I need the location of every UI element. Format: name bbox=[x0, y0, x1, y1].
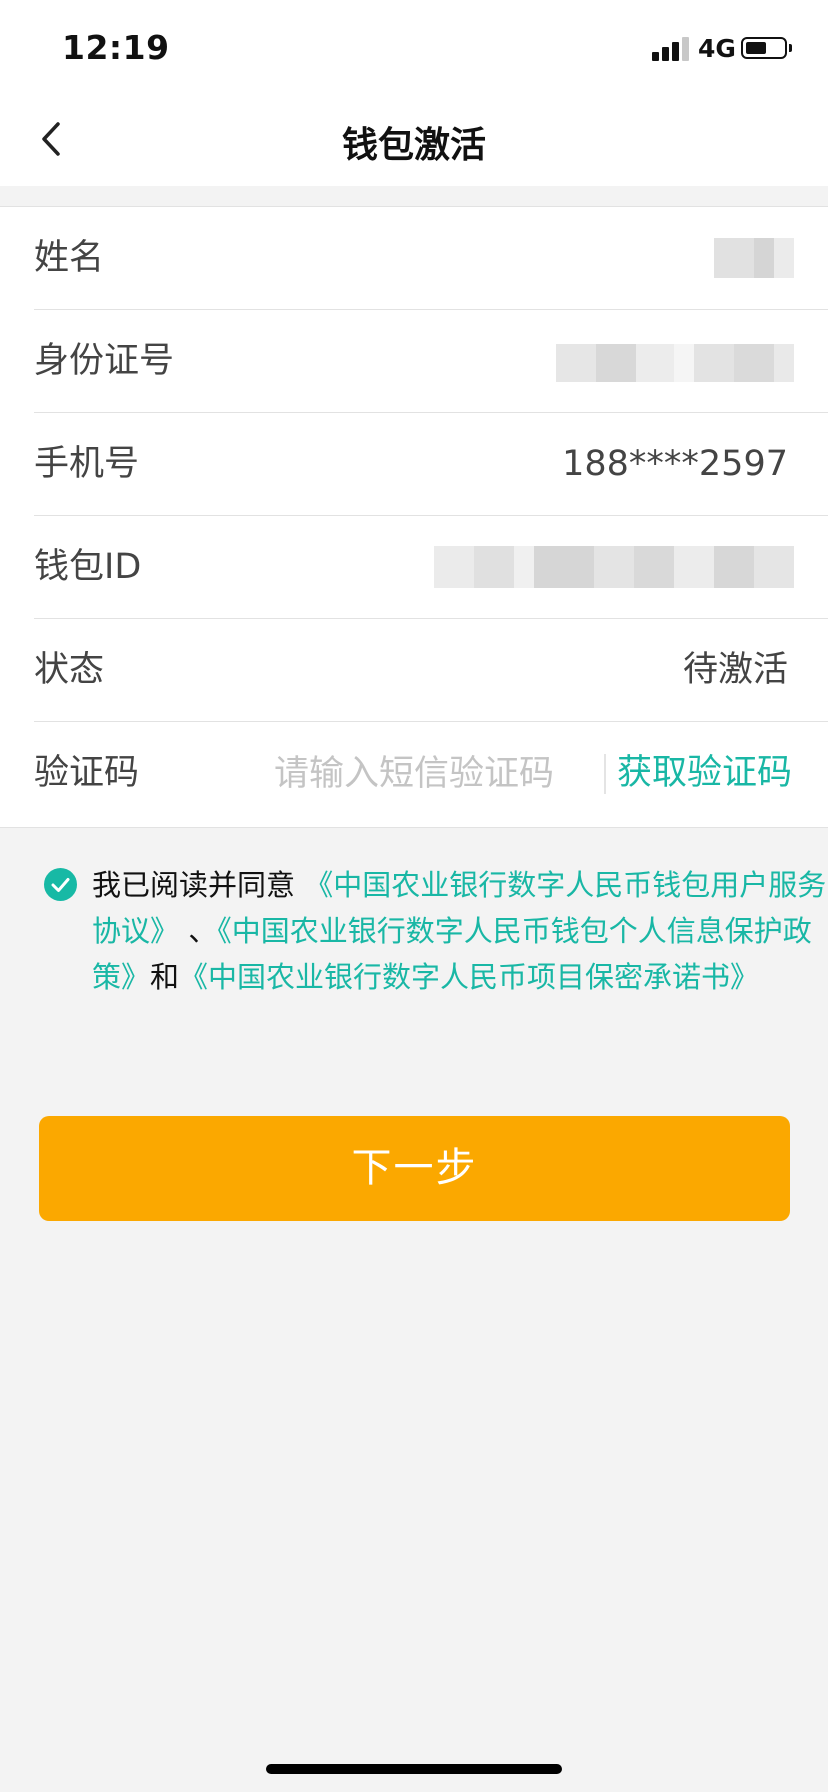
signal-icon bbox=[652, 37, 690, 61]
agreement-prefix: 我已阅读并同意 bbox=[92, 868, 296, 902]
row-sms-code: 验证码 获取验证码 bbox=[34, 722, 828, 825]
top-bar: 12:19 4G 钱包激活 bbox=[0, 0, 828, 186]
wallet-id-value-redacted bbox=[434, 546, 794, 588]
check-circle-icon bbox=[51, 878, 70, 892]
section-gap bbox=[0, 186, 828, 207]
status-label: 状态 bbox=[34, 650, 105, 690]
battery-icon bbox=[741, 37, 787, 59]
page-title: 钱包激活 bbox=[341, 125, 486, 166]
agreement-checkbox[interactable] bbox=[44, 868, 77, 901]
wallet-info-form: 姓名 身份证号 手机号 188****2597 钱包ID 状态 待激活 验证码 … bbox=[0, 207, 828, 828]
row-status: 状态 待激活 bbox=[34, 619, 828, 722]
agreement-text: 我已阅读并同意 《中国农业银行数字人民币钱包用户服务协议》 、《中国农业银行数字… bbox=[92, 862, 828, 1000]
input-divider bbox=[604, 754, 606, 794]
status-value: 待激活 bbox=[682, 650, 788, 690]
phone-value: 188****2597 bbox=[562, 444, 788, 484]
sms-code-input[interactable] bbox=[274, 746, 609, 801]
row-id-number: 身份证号 bbox=[34, 310, 828, 413]
get-code-button[interactable]: 获取验证码 bbox=[617, 722, 792, 825]
id-number-label: 身份证号 bbox=[34, 341, 175, 381]
status-time: 12:19 bbox=[62, 28, 170, 67]
home-indicator bbox=[266, 1764, 562, 1774]
row-phone: 手机号 188****2597 bbox=[34, 413, 828, 516]
agreement-conjunction: 和 bbox=[150, 960, 180, 994]
battery-tip bbox=[789, 44, 792, 52]
agreement-separator: 、 bbox=[188, 914, 218, 948]
id-number-value-redacted bbox=[556, 344, 794, 382]
confidentiality-pledge-link[interactable]: 《中国农业银行数字人民币项目保密承诺书》 bbox=[179, 960, 759, 994]
wallet-id-label: 钱包ID bbox=[34, 547, 142, 587]
name-label: 姓名 bbox=[34, 238, 105, 278]
row-wallet-id: 钱包ID bbox=[34, 516, 828, 619]
row-name: 姓名 bbox=[34, 207, 828, 310]
name-value-redacted bbox=[714, 238, 794, 278]
phone-label: 手机号 bbox=[34, 444, 140, 484]
next-step-button[interactable]: 下一步 bbox=[39, 1116, 790, 1221]
sms-code-label: 验证码 bbox=[34, 753, 140, 793]
network-label: 4G bbox=[698, 34, 736, 63]
